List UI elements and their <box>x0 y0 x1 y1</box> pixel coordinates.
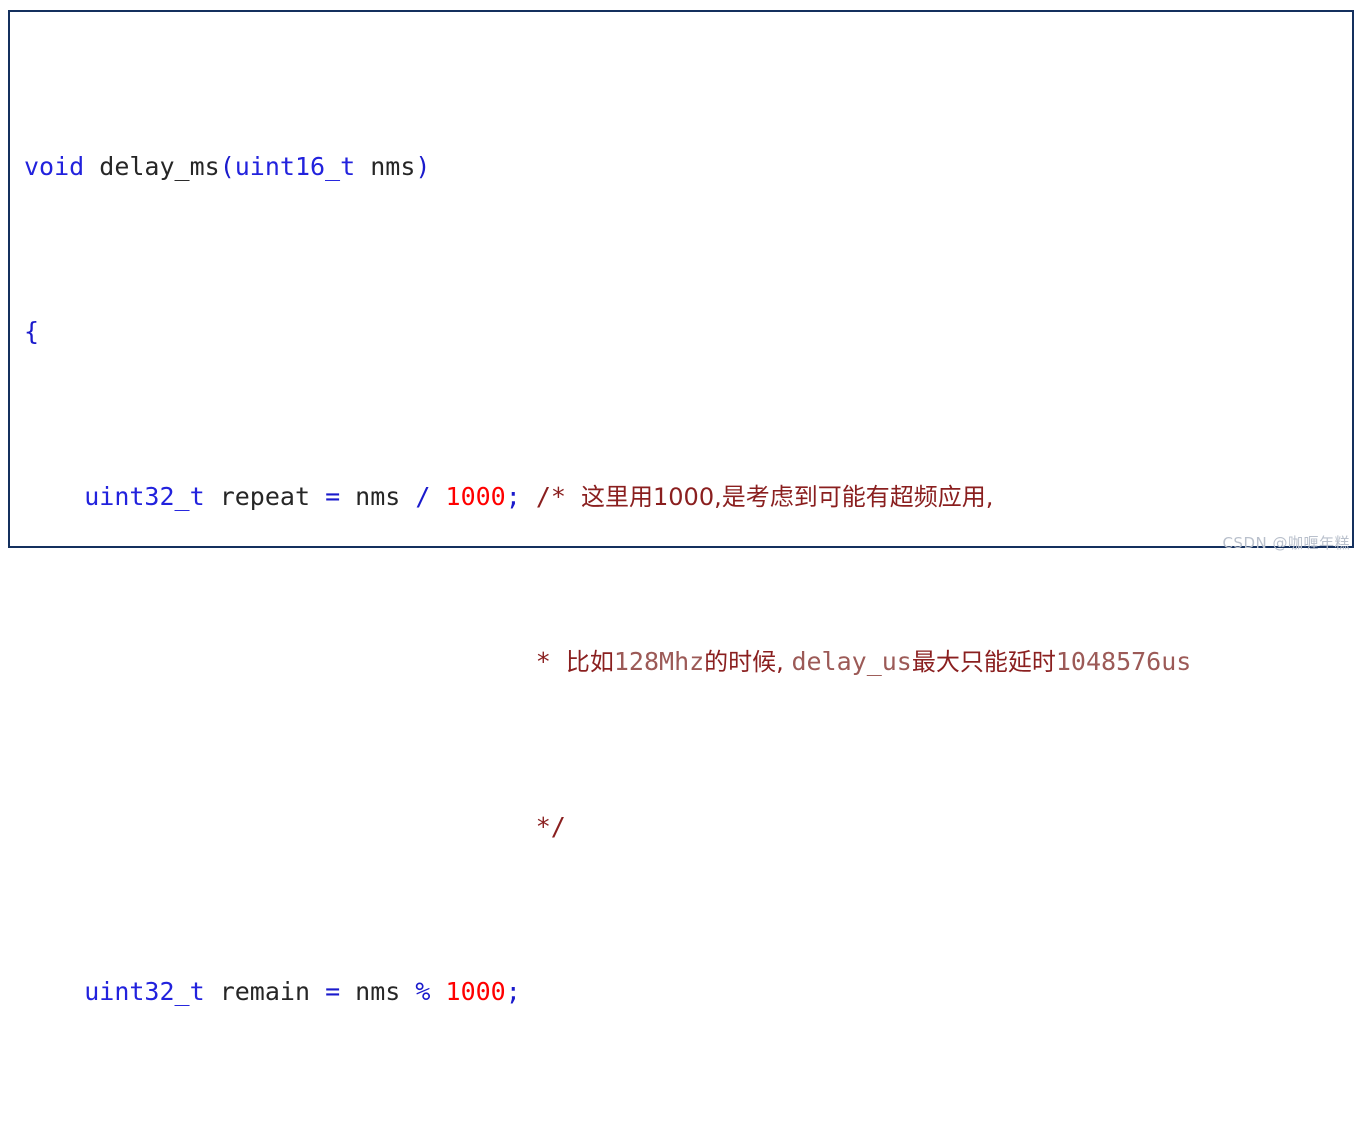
token-comment-text: 1048576us <box>1055 647 1192 676</box>
token-type: uint32_t <box>84 482 205 511</box>
code-line: uint32_t repeat = nms / 1000; /* 这里用1000… <box>24 480 1191 513</box>
code-line: void delay_ms(uint16_t nms) <box>24 150 1191 183</box>
token-operator: = <box>325 482 341 511</box>
token-identifier: nms <box>340 482 416 511</box>
code-block-frame: void delay_ms(uint16_t nms) { uint32_t r… <box>8 10 1354 1006</box>
token-comment-text: 128Mhz <box>613 647 705 676</box>
token-variable: repeat <box>204 482 326 511</box>
token-number: 1000 <box>445 977 506 1006</box>
token-number: 1000 <box>445 482 506 511</box>
token-keyword: void <box>24 152 85 181</box>
screenshot-root: void delay_ms(uint16_t nms) { uint32_t r… <box>0 0 1364 1006</box>
token-operator: / <box>415 482 431 511</box>
token-comment-text: 最大只能延时 <box>911 648 1056 676</box>
token-comment-star: * <box>535 647 566 676</box>
token-comment-close: */ <box>535 812 566 841</box>
token-semicolon: ; <box>505 977 521 1006</box>
token-variable: remain <box>204 977 326 1006</box>
token-parameter: nms <box>355 152 416 181</box>
token-function-name: delay_ms <box>84 152 220 181</box>
token-semicolon: ; <box>505 482 521 511</box>
token-comment-text: 比如 <box>565 648 614 676</box>
code-line: uint32_t repeat = nms / 1000; * 比如128Mhz… <box>24 645 1192 678</box>
token-operator: % <box>415 977 431 1006</box>
token-paren: ( <box>219 152 235 181</box>
watermark: CSDN @咖喱年糕 <box>1222 534 1350 552</box>
token-comment-text: 的时候, <box>704 648 792 676</box>
token-comment-text: 这里用1000,是考虑到可能有超频应用, <box>581 483 994 511</box>
token-type: uint16_t <box>234 152 356 181</box>
code-listing: void delay_ms(uint16_t nms) { uint32_t r… <box>10 12 1191 1126</box>
token-type: uint32_t <box>84 977 205 1006</box>
token-paren: ) <box>415 152 431 181</box>
code-line: uint32_t remain = nms % 1000; <box>24 975 1191 1008</box>
token-brace: { <box>24 317 40 346</box>
code-line: { <box>24 315 1191 348</box>
token-operator: = <box>325 977 341 1006</box>
token-comment-open: /* <box>535 482 582 511</box>
token-comment-code-ref: delay_us <box>791 647 912 676</box>
code-line: uint32_t repeat = nms / 1000; */ <box>24 810 1191 843</box>
token-identifier: nms <box>340 977 416 1006</box>
